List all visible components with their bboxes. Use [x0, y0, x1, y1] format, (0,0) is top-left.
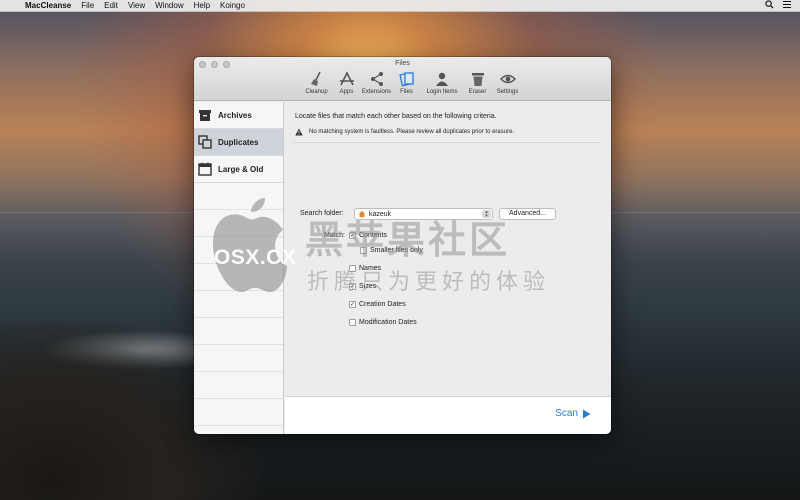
menu-view[interactable]: View — [123, 1, 150, 10]
sidebar-divider — [194, 399, 283, 426]
apps-icon — [339, 71, 354, 86]
archive-box-icon — [199, 110, 211, 121]
duplicates-icon — [198, 135, 212, 149]
checkbox-box — [349, 319, 356, 326]
sidebar-divider — [194, 318, 283, 345]
modification-dates-checkbox[interactable]: Modification Dates — [349, 319, 417, 326]
toolbar-eraser[interactable]: Eraser — [464, 71, 491, 95]
checkbox-label: Creation Dates — [359, 301, 406, 308]
toolbar-extensions[interactable]: Extensions — [361, 71, 392, 95]
toolbar: Cleanup Apps Extensions Files Login Item… — [303, 71, 521, 95]
watermark-subtitle: 折腾只为更好的体验 — [307, 270, 551, 295]
toolbar-label: Login Items — [426, 89, 458, 95]
sidebar-divider — [194, 372, 283, 399]
scan-button[interactable]: Scan — [555, 408, 591, 419]
spotlight-search-icon[interactable] — [765, 0, 774, 11]
trash-icon — [471, 73, 484, 86]
menu-bar: MacCleanse File Edit View Window Help Ko… — [0, 0, 800, 12]
sidebar-item-duplicates[interactable]: Duplicates — [194, 129, 283, 156]
watermark-site: OSX.CX — [214, 246, 297, 269]
toolbar-label: Eraser — [468, 89, 487, 95]
broom-icon — [310, 71, 321, 86]
toolbar-apps[interactable]: Apps — [333, 71, 360, 95]
play-arrow-icon — [583, 409, 591, 418]
toolbar-cleanup[interactable]: Cleanup — [303, 71, 330, 95]
title-bar: Files Cleanup Apps Extensions Files Logi… — [194, 57, 611, 101]
sidebar-item-label: Duplicates — [218, 137, 259, 147]
toolbar-settings[interactable]: Settings — [494, 71, 521, 95]
toolbar-login-items[interactable]: Login Items — [423, 71, 461, 95]
apple-logo-watermark — [213, 198, 287, 292]
watermark-title: 黑苹果社区 — [305, 218, 511, 262]
toolbar-label: Files — [400, 89, 413, 95]
sidebar-item-large-old[interactable]: Large & Old — [194, 156, 283, 183]
settings-icon — [499, 74, 516, 84]
files-icon — [398, 72, 414, 87]
share-icon — [370, 72, 383, 86]
sidebar-item-label: Archives — [218, 110, 252, 120]
toolbar-files[interactable]: Files — [393, 71, 420, 95]
menu-help[interactable]: Help — [189, 1, 215, 10]
warning-row: No matching system is faultless. Please … — [295, 128, 514, 136]
creation-dates-checkbox[interactable]: ✓ Creation Dates — [349, 301, 406, 308]
notification-center-icon[interactable] — [782, 0, 792, 11]
person-icon — [436, 72, 448, 86]
menu-app-name[interactable]: MacCleanse — [22, 1, 76, 10]
divider — [293, 142, 601, 143]
checkmark-icon: ✓ — [349, 301, 356, 308]
warning-icon — [295, 128, 303, 136]
sidebar-divider — [194, 291, 283, 318]
scan-label: Scan — [555, 408, 578, 419]
toolbar-label: Cleanup — [305, 89, 328, 95]
window-title: Files — [395, 60, 410, 67]
sidebar-item-archives[interactable]: Archives — [194, 102, 283, 129]
menu-koingo[interactable]: Koingo — [215, 1, 250, 10]
calendar-icon — [198, 162, 212, 176]
toolbar-label: Apps — [339, 89, 354, 95]
toolbar-label: Settings — [496, 89, 519, 95]
bottom-bar: Scan — [285, 396, 611, 434]
toolbar-label: Extensions — [361, 89, 392, 95]
menu-window[interactable]: Window — [150, 1, 188, 10]
checkbox-label: Modification Dates — [359, 319, 417, 326]
menu-extras — [765, 0, 800, 11]
sidebar-divider — [194, 345, 283, 372]
menu-edit[interactable]: Edit — [99, 1, 123, 10]
panel-description: Locate files that match each other based… — [295, 113, 497, 120]
sidebar-item-label: Large & Old — [218, 164, 264, 174]
menu-file[interactable]: File — [76, 1, 99, 10]
warning-text: No matching system is faultless. Please … — [309, 129, 515, 135]
